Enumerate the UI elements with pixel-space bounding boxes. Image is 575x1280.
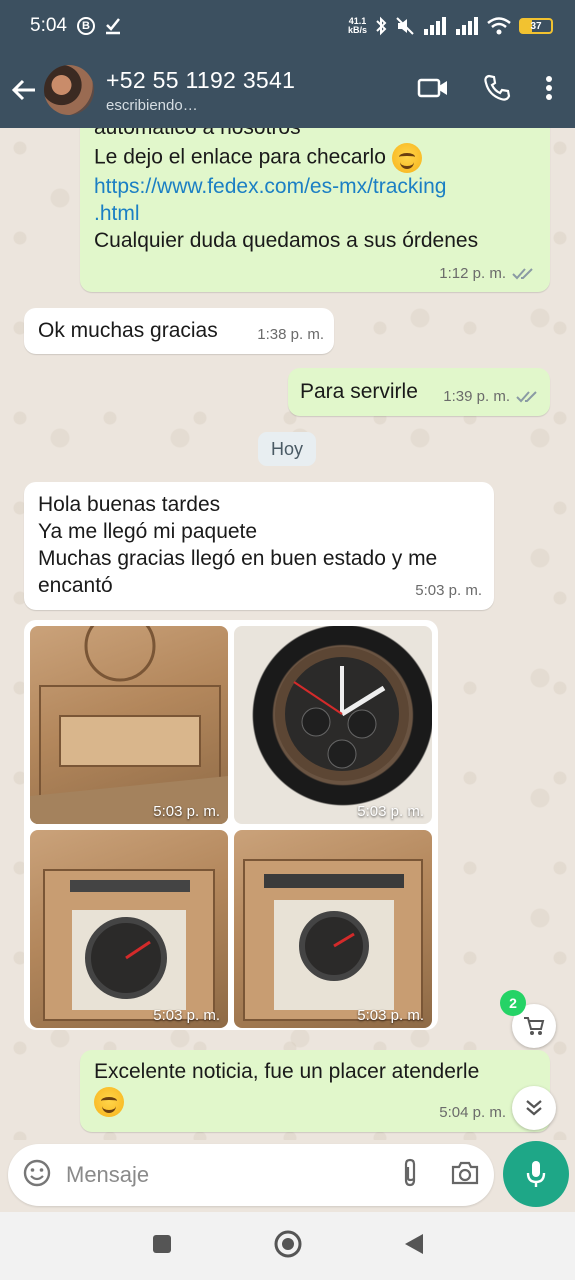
phone-icon [484,74,511,101]
contact-info[interactable]: +52 55 1192 3541 escribiendo… [106,67,417,114]
contact-status: escribiendo… [106,96,198,114]
photo-watch-closeup[interactable]: 5:03 p. m. [234,626,432,824]
double-chevron-down-icon [526,1100,542,1116]
network-speed: 41.1 kB/s [347,16,367,35]
message-text-line: Le dejo el enlace para checarlo [94,145,386,169]
recents-button[interactable] [151,1233,173,1260]
mute-icon [395,16,415,36]
arrow-left-icon [11,79,35,101]
watch-in-box-image-icon [43,869,215,1021]
battery-icon: 37 [519,18,553,34]
photo-time: 5:03 p. m. [153,803,220,820]
camera-button[interactable] [450,1160,480,1191]
bluetooth-icon [375,16,387,36]
cart-badge: 2 [500,990,526,1016]
photo-time: 5:03 p. m. [153,1007,220,1024]
message-input[interactable] [66,1162,400,1188]
voice-call-button[interactable] [483,74,511,107]
home-button[interactable] [273,1229,303,1264]
message-text: Ok muchas gracias [38,319,218,342]
message-incoming[interactable]: Hola buenas tardes Ya me llegó mi paquet… [24,482,494,610]
message-text-line: Muchas gracias llegó en buen estado y me [38,547,438,570]
wifi-icon [487,17,511,35]
message-composer [8,1144,494,1206]
message-outgoing[interactable]: Excelente noticia, fue un placer atender… [80,1050,550,1132]
message-outgoing-tracking[interactable]: automático a nosotros Le dejo el enlace … [80,128,550,292]
message-text-line: Ya me llegó mi paquete [38,520,258,543]
tracking-link[interactable]: https://www.fedex.com/es-mx/tracking .ht… [94,173,536,227]
check-download-icon [105,17,121,35]
photo-watch-in-box-2[interactable]: 5:03 p. m. [234,830,432,1028]
photo-album[interactable]: 5:03 p. m. 5:03 p. m. 5:03 p. m. 5:03 p.… [24,620,438,1030]
contact-name: +52 55 1192 3541 [106,66,296,93]
message-time: 1:12 p. m. [439,265,506,282]
message-text-line: Hola buenas tardes [38,493,221,516]
camera-icon [451,1161,479,1184]
photo-box-lid[interactable]: 5:03 p. m. [30,626,228,824]
photo-time: 5:03 p. m. [357,803,424,820]
circle-home-icon [274,1230,301,1257]
signal-icon-1 [423,17,447,35]
message-time: 1:38 p. m. [257,326,324,343]
attach-button[interactable] [400,1158,420,1193]
watch-face-image-icon [275,647,409,781]
message-text-line: Cualquier duda quedamos a sus órdenes [94,229,479,252]
date-separator: Hoy [258,432,316,466]
chat-area[interactable]: automático a nosotros Le dejo el enlace … [0,128,575,1140]
back-nav-button[interactable] [403,1232,425,1261]
double-check-icon [516,390,537,402]
microphone-icon [526,1161,546,1187]
back-button[interactable] [4,52,44,128]
double-check-icon [512,267,533,279]
chat-header: +52 55 1192 3541 escribiendo… [0,52,575,128]
emoji-icon [23,1159,51,1186]
b-notification-icon: B [76,17,95,35]
triangle-back-icon [404,1233,423,1254]
square-icon [152,1234,171,1253]
voice-note-button[interactable] [503,1141,569,1207]
more-options-button[interactable] [545,75,553,106]
status-bar: 5:04 B 41.1 kB/s 37 [0,0,575,52]
message-time: 5:03 p. m. [415,582,482,599]
message-time: 1:39 p. m. [443,388,510,405]
watch-in-box-image-icon [243,859,423,1021]
video-camera-icon [417,78,447,97]
message-text: Para servirle [300,380,418,403]
smiling-emoji-icon [94,1087,124,1117]
message-text-partial: automático a nosotros [94,128,536,141]
message-time: 5:04 p. m. [439,1104,506,1121]
photo-time: 5:03 p. m. [357,1007,424,1024]
signal-icon-2 [455,17,479,35]
smiling-emoji-icon [391,143,422,173]
battery-level: 37 [530,20,542,32]
more-vertical-icon [546,75,552,100]
message-outgoing[interactable]: Para servirle 1:39 p. m. [288,368,550,416]
system-nav-bar [0,1212,575,1280]
box-lid-image-icon [30,626,228,824]
message-text-line: encantó [38,574,113,597]
contact-avatar[interactable] [44,65,94,115]
video-call-button[interactable] [417,77,449,104]
photo-watch-in-box[interactable]: 5:03 p. m. [30,830,228,1028]
shopping-cart-icon [524,1017,545,1035]
scroll-to-bottom-button[interactable] [512,1086,556,1130]
paperclip-icon [404,1158,416,1186]
status-time: 5:04 [30,15,67,36]
message-text: Excelente noticia, fue un placer atender… [94,1060,480,1083]
emoji-button[interactable] [22,1158,52,1193]
message-incoming[interactable]: Ok muchas gracias 1:38 p. m. [24,308,334,354]
